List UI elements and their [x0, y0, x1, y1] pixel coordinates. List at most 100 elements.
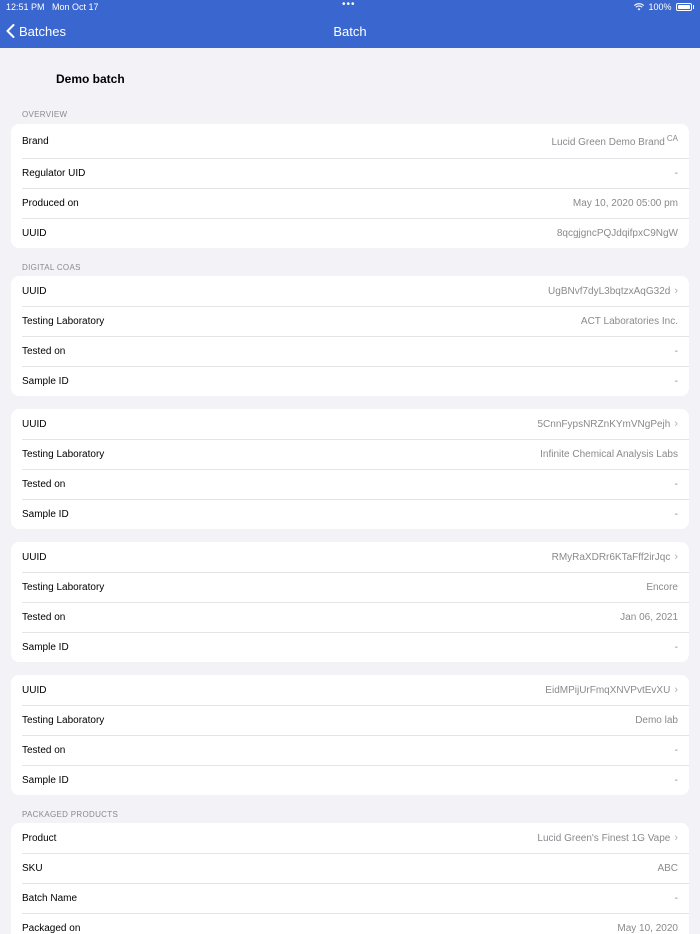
- status-right: 100%: [634, 2, 694, 12]
- status-clock: 12:51 PM: [6, 2, 45, 12]
- coa-sample-value: -: [674, 375, 678, 387]
- coa-sample-value: -: [674, 774, 678, 786]
- page-title: Demo batch: [56, 72, 125, 86]
- chevron-right-icon: ›: [674, 831, 678, 844]
- uuid-label: UUID: [22, 227, 47, 239]
- coa-uuid-label: UUID: [22, 684, 47, 696]
- coa-sample-row: Sample ID -: [11, 632, 689, 662]
- row-uuid: UUID 8qcgjgncPQJdqifpxC9NgW: [11, 218, 689, 248]
- section-label-digital-coas: DIGITAL COAS: [22, 263, 81, 272]
- product-row[interactable]: Product Lucid Green's Finest 1G Vape ›: [11, 823, 689, 853]
- coa-card: UUID UgBNvf7dyL3bqtzxAqG32d › Testing La…: [11, 276, 689, 396]
- regulator-uid-value: -: [674, 167, 678, 179]
- brand-value: Lucid Green Demo Brand CA: [551, 134, 678, 148]
- produced-on-value: May 10, 2020 05:00 pm: [572, 197, 678, 209]
- battery-icon: [675, 3, 692, 11]
- coa-sample-label: Sample ID: [22, 774, 69, 786]
- coa-uuid-label: UUID: [22, 418, 47, 430]
- coa-sample-label: Sample ID: [22, 508, 69, 520]
- wifi-icon: [634, 3, 645, 11]
- brand-region: CA: [666, 134, 678, 143]
- section-label-packaged-products: PACKAGED PRODUCTS: [22, 810, 119, 819]
- coa-uuid-label: UUID: [22, 285, 47, 297]
- coa-tested-row: Tested on -: [11, 735, 689, 765]
- product-value: Lucid Green's Finest 1G Vape: [537, 832, 671, 844]
- brand-name: Lucid Green Demo Brand: [551, 137, 665, 148]
- coa-uuid-row[interactable]: UUID EidMPijUrFmqXNVPvtEvXU ›: [11, 675, 689, 705]
- product-label: Product: [22, 832, 57, 844]
- section-label-overview: OVERVIEW: [22, 110, 68, 119]
- row-brand: Brand Lucid Green Demo Brand CA: [11, 124, 689, 158]
- coa-uuid-value: RMyRaXDRr6KTaFff2irJqc: [551, 551, 671, 563]
- coa-tested-value: -: [674, 345, 678, 357]
- brand-label: Brand: [22, 135, 49, 147]
- coa-lab-value: Demo lab: [635, 714, 678, 726]
- row-produced-on: Produced on May 10, 2020 05:00 pm: [11, 188, 689, 218]
- navigation-bar: 12:51 PM Mon Oct 17 ••• 100% Batches Bat…: [0, 0, 700, 48]
- coa-card: UUID RMyRaXDRr6KTaFff2irJqc › Testing La…: [11, 542, 689, 662]
- coa-uuid-row[interactable]: UUID UgBNvf7dyL3bqtzxAqG32d ›: [11, 276, 689, 306]
- coa-tested-row: Tested on -: [11, 469, 689, 499]
- status-date: Mon Oct 17: [52, 2, 99, 12]
- coa-tested-row: Tested on -: [11, 336, 689, 366]
- coa-lab-value: Infinite Chemical Analysis Labs: [540, 448, 678, 460]
- chevron-right-icon: ›: [674, 284, 678, 297]
- coa-lab-label: Testing Laboratory: [22, 581, 105, 593]
- coa-sample-row: Sample ID -: [11, 366, 689, 396]
- coa-lab-label: Testing Laboratory: [22, 714, 105, 726]
- coa-tested-label: Tested on: [22, 744, 66, 756]
- coa-sample-value: -: [674, 641, 678, 653]
- batch-name-value: -: [674, 892, 678, 904]
- coa-uuid-value: EidMPijUrFmqXNVPvtEvXU: [545, 684, 671, 696]
- multitasking-dots-icon[interactable]: •••: [342, 0, 356, 10]
- coa-lab-label: Testing Laboratory: [22, 448, 105, 460]
- coa-tested-label: Tested on: [22, 611, 66, 623]
- coa-lab-row: Testing Laboratory ACT Laboratories Inc.: [11, 306, 689, 336]
- coa-sample-value: -: [674, 508, 678, 520]
- batch-name-label: Batch Name: [22, 892, 78, 904]
- produced-on-label: Produced on: [22, 197, 79, 209]
- nav-title: Batch: [333, 24, 367, 39]
- coa-lab-row: Testing Laboratory Encore: [11, 572, 689, 602]
- chevron-right-icon: ›: [674, 550, 678, 563]
- coa-lab-row: Testing Laboratory Demo lab: [11, 705, 689, 735]
- coa-uuid-label: UUID: [22, 551, 47, 563]
- sku-label: SKU: [22, 862, 43, 874]
- coa-tested-value: Jan 06, 2021: [620, 611, 678, 623]
- packaged-on-value: May 10, 2020: [617, 922, 678, 934]
- chevron-right-icon: ›: [674, 683, 678, 696]
- status-time: 12:51 PM Mon Oct 17: [6, 2, 99, 12]
- coa-sample-row: Sample ID -: [11, 499, 689, 529]
- coa-lab-value: Encore: [646, 581, 678, 593]
- coa-tested-label: Tested on: [22, 478, 66, 490]
- coa-tested-value: -: [674, 478, 678, 490]
- overview-card: Brand Lucid Green Demo Brand CA Regulator…: [11, 124, 689, 248]
- packaged-on-label: Packaged on: [22, 922, 81, 934]
- uuid-value: 8qcgjgncPQJdqifpxC9NgW: [556, 227, 678, 239]
- coa-lab-label: Testing Laboratory: [22, 315, 105, 327]
- battery-tip: [692, 5, 694, 9]
- coa-sample-label: Sample ID: [22, 641, 69, 653]
- coa-uuid-value: UgBNvf7dyL3bqtzxAqG32d: [548, 285, 671, 297]
- sku-row: SKU ABC: [11, 853, 689, 883]
- coa-uuid-row[interactable]: UUID RMyRaXDRr6KTaFff2irJqc ›: [11, 542, 689, 572]
- coa-card: UUID 5CnnFypsNRZnKYmVNgPejh › Testing La…: [11, 409, 689, 529]
- status-bar: 12:51 PM Mon Oct 17 ••• 100%: [0, 0, 700, 14]
- coa-lab-row: Testing Laboratory Infinite Chemical Ana…: [11, 439, 689, 469]
- regulator-uid-label: Regulator UID: [22, 167, 86, 179]
- row-regulator-uid: Regulator UID -: [11, 158, 689, 188]
- battery-percent: 100%: [648, 2, 672, 12]
- chevron-right-icon: ›: [674, 417, 678, 430]
- sku-value: ABC: [657, 862, 678, 874]
- coa-tested-row: Tested on Jan 06, 2021: [11, 602, 689, 632]
- packaged-product-card: Product Lucid Green's Finest 1G Vape › S…: [11, 823, 689, 934]
- coa-uuid-row[interactable]: UUID 5CnnFypsNRZnKYmVNgPejh ›: [11, 409, 689, 439]
- coa-tested-label: Tested on: [22, 345, 66, 357]
- coa-tested-value: -: [674, 744, 678, 756]
- coa-lab-value: ACT Laboratories Inc.: [580, 315, 678, 327]
- coa-sample-label: Sample ID: [22, 375, 69, 387]
- coa-card: UUID EidMPijUrFmqXNVPvtEvXU › Testing La…: [11, 675, 689, 795]
- coa-uuid-value: 5CnnFypsNRZnKYmVNgPejh: [537, 418, 671, 430]
- coa-sample-row: Sample ID -: [11, 765, 689, 795]
- packaged-on-row: Packaged on May 10, 2020: [11, 913, 689, 934]
